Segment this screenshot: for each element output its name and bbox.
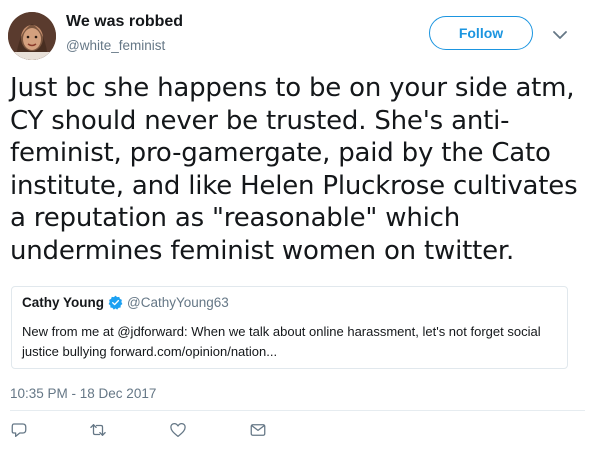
reply-icon[interactable] [7,418,31,442]
message-icon[interactable] [246,418,270,442]
user-handle[interactable]: @white_feminist [66,38,165,53]
quoted-tweet-header: Cathy Young @CathyYoung63 [22,295,229,310]
retweet-icon[interactable] [86,418,110,442]
quoted-tweet-text: New from me at @jdforward: When we talk … [22,324,541,359]
quoted-handle: @CathyYoung63 [127,295,229,310]
tweet-header: We was robbed @white_feminist Follow [0,0,592,70]
avatar[interactable] [8,12,56,60]
display-name[interactable]: We was robbed [66,13,183,31]
chevron-down-icon[interactable] [549,24,571,46]
like-icon[interactable] [166,418,190,442]
quoted-display-name: Cathy Young [22,295,105,310]
tweet-timestamp[interactable]: 10:35 PM - 18 Dec 2017 [10,386,156,401]
verified-badge-icon [108,295,123,310]
divider [10,410,585,411]
tweet-actions [0,413,592,453]
tweet-text: Just bc she happens to be on your side a… [10,73,578,266]
follow-button[interactable]: Follow [429,16,533,50]
quoted-tweet[interactable]: Cathy Young @CathyYoung63 New from me at… [11,286,568,369]
